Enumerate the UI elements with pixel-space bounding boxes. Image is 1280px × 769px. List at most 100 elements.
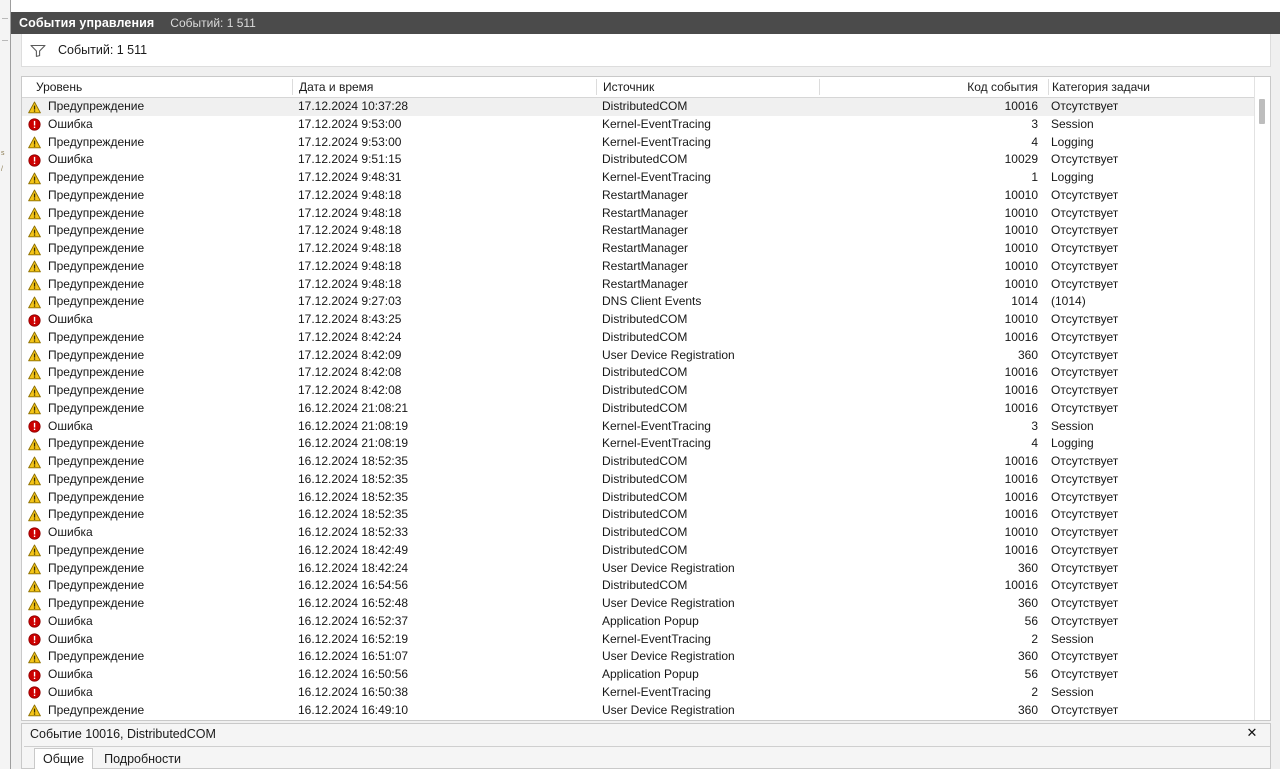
table-row[interactable]: Предупреждение 16.12.2024 18:52:35 Distrib… (22, 506, 1270, 524)
cell-level: Предупреждение (28, 471, 288, 489)
events-vertical-scrollbar[interactable] (1254, 77, 1270, 720)
cell-datetime: 16.12.2024 16:51:07 (298, 649, 409, 664)
table-row[interactable]: Ошибка 17.12.2024 8:43:25 DistributedCOM 10… (22, 311, 1270, 329)
cell-task-category: Отсутствует (1051, 99, 1119, 113)
cell-source: DistributedCOM (602, 312, 688, 326)
table-row[interactable]: Ошибка 16.12.2024 21:08:19 Kernel-EventTra… (22, 418, 1270, 436)
cell-datetime: 17.12.2024 10:37:28 (298, 99, 409, 113)
cell-level: Предупреждение (28, 222, 288, 240)
cell-datetime: 17.12.2024 8:42:09 (298, 347, 402, 362)
cell-datetime: 16.12.2024 21:08:21 (298, 400, 409, 415)
cell-task-category: Отсутствует (1051, 507, 1119, 522)
cell-level: Предупреждение (28, 205, 288, 223)
table-row[interactable]: Ошибка 16.12.2024 16:52:37 Application Pop… (22, 613, 1270, 631)
event-details-pane: Событие 10016, DistributedCOM ✕ Общие Под… (21, 723, 1271, 769)
cell-level: Ошибка (28, 613, 288, 631)
table-row[interactable]: Предупреждение 17.12.2024 9:48:18 RestartM… (22, 205, 1270, 223)
cell-event-code: 2 (1031, 631, 1038, 646)
cell-event-code: 10016 (1004, 471, 1038, 486)
table-row[interactable]: Предупреждение 16.12.2024 16:49:10 User De… (22, 702, 1270, 719)
table-row[interactable]: Предупреждение 16.12.2024 21:08:19 Kernel-… (22, 435, 1270, 453)
close-icon[interactable]: ✕ (1244, 726, 1260, 742)
table-row[interactable]: Предупреждение 16.12.2024 18:52:35 Distrib… (22, 489, 1270, 507)
table-row[interactable]: Ошибка 16.12.2024 18:52:33 DistributedCOM 1… (22, 524, 1270, 542)
table-row[interactable]: Предупреждение 17.12.2024 9:48:18 RestartM… (22, 240, 1270, 258)
cell-task-category: Отсутствует (1051, 152, 1119, 167)
cell-source: RestartManager (602, 241, 689, 255)
cell-level: Предупреждение (28, 506, 288, 524)
event-viewer-window: s / События управления Событий: 1 511 Со… (0, 0, 1280, 769)
table-row[interactable]: Ошибка 16.12.2024 16:52:19 Kernel-EventTra… (22, 631, 1270, 649)
column-header-level[interactable]: Уровень (36, 77, 291, 97)
cell-task-category: Отсутствует (1051, 702, 1119, 717)
cell-event-code: 10010 (1004, 525, 1038, 539)
table-row[interactable]: Ошибка 16.12.2024 16:50:38 Kernel-EventTra… (22, 684, 1270, 702)
cell-task-category: Отсутствует (1051, 596, 1119, 610)
cell-event-code: 1014 (1011, 294, 1038, 309)
cell-datetime: 17.12.2024 9:48:18 (298, 223, 402, 238)
event-details-title: Событие 10016, DistributedCOM (30, 727, 216, 741)
cell-task-category: Logging (1051, 134, 1094, 149)
cell-level: Предупреждение (28, 258, 288, 276)
cell-source: DistributedCOM (602, 365, 688, 380)
table-row[interactable]: Предупреждение 17.12.2024 8:42:24 Distribu… (22, 329, 1270, 347)
cell-level-label: Ошибка (48, 684, 93, 699)
cell-datetime: 17.12.2024 9:53:00 (298, 134, 402, 149)
filter-bar[interactable]: Событий: 1 511 (21, 34, 1271, 67)
scrollbar-thumb[interactable] (1259, 99, 1265, 124)
cell-level: Предупреждение (28, 98, 288, 116)
tab-general[interactable]: Общие (34, 748, 94, 769)
cell-level-label: Предупреждение (48, 454, 145, 468)
cell-level-label: Предупреждение (48, 294, 145, 309)
cell-task-category: Отсутствует (1051, 454, 1119, 468)
table-row[interactable]: Предупреждение 17.12.2024 9:48:18 RestartM… (22, 258, 1270, 276)
table-row[interactable]: Предупреждение 16.12.2024 18:52:35 Distrib… (22, 453, 1270, 471)
cell-source: DistributedCOM (602, 329, 688, 344)
column-header-datetime[interactable]: Дата и время (299, 77, 594, 97)
table-row[interactable]: Предупреждение 17.12.2024 9:53:00 Kernel-E… (22, 134, 1270, 152)
cell-task-category: Отсутствует (1051, 489, 1119, 504)
cell-level-label: Предупреждение (48, 507, 145, 522)
table-row[interactable]: Предупреждение 16.12.2024 16:51:07 User De… (22, 648, 1270, 666)
cell-level: Ошибка (28, 666, 288, 684)
table-row[interactable]: Ошибка 16.12.2024 16:50:56 Application Pop… (22, 666, 1270, 684)
table-row[interactable]: Предупреждение 17.12.2024 8:42:09 User Dev… (22, 347, 1270, 365)
cell-task-category: Отсутствует (1051, 383, 1119, 397)
table-row[interactable]: Предупреждение 16.12.2024 16:54:56 Distrib… (22, 577, 1270, 595)
cell-datetime: 17.12.2024 9:48:31 (298, 170, 402, 184)
table-row[interactable]: Предупреждение 17.12.2024 10:37:28 Distrib… (22, 98, 1270, 116)
table-row[interactable]: Предупреждение 17.12.2024 9:27:03 DNS Clie… (22, 293, 1270, 311)
cell-task-category: Logging (1051, 436, 1094, 451)
cell-level: Предупреждение (28, 489, 288, 507)
cell-source: Kernel-EventTracing (602, 631, 711, 646)
cell-event-code: 10016 (1004, 383, 1038, 397)
cell-source: RestartManager (602, 205, 689, 220)
table-row[interactable]: Предупреждение 16.12.2024 18:42:49 Distrib… (22, 542, 1270, 560)
cell-task-category: Отсутствует (1051, 525, 1119, 539)
filter-event-count: Событий: 1 511 (58, 43, 148, 57)
events-listview[interactable]: Уровень Дата и время Источник Код событи… (21, 76, 1271, 721)
table-row[interactable]: Предупреждение 17.12.2024 9:48:18 RestartM… (22, 276, 1270, 294)
pane-title: События управления (19, 16, 155, 30)
table-row[interactable]: Ошибка 17.12.2024 9:53:00 Kernel-EventTrac… (22, 116, 1270, 134)
column-header-source[interactable]: Источник (603, 77, 818, 97)
table-row[interactable]: Предупреждение 17.12.2024 8:42:08 Distribu… (22, 364, 1270, 382)
cell-source: RestartManager (602, 276, 689, 291)
cell-event-code: 10010 (1004, 258, 1038, 273)
table-row[interactable]: Предупреждение 17.12.2024 9:48:18 RestartM… (22, 187, 1270, 205)
table-row[interactable]: Предупреждение 16.12.2024 18:52:35 Distrib… (22, 471, 1270, 489)
cell-datetime: 17.12.2024 9:48:18 (298, 276, 402, 291)
table-row[interactable]: Предупреждение 17.12.2024 9:48:31 Kernel-E… (22, 169, 1270, 187)
cell-task-category: Session (1051, 418, 1094, 433)
table-row[interactable]: Предупреждение 16.12.2024 21:08:21 Distrib… (22, 400, 1270, 418)
table-row[interactable]: Предупреждение 17.12.2024 8:42:08 Distribu… (22, 382, 1270, 400)
table-row[interactable]: Предупреждение 17.12.2024 9:48:18 RestartM… (22, 222, 1270, 240)
tab-details[interactable]: Подробности (95, 748, 190, 769)
column-header-task-category[interactable]: Категория задачи (1052, 77, 1252, 97)
cell-level-label: Предупреждение (48, 258, 145, 273)
table-row[interactable]: Предупреждение 16.12.2024 18:42:24 User De… (22, 560, 1270, 578)
column-header-event-code[interactable]: Код события (822, 77, 1044, 97)
cell-event-code: 2 (1031, 684, 1038, 699)
table-row[interactable]: Предупреждение 16.12.2024 16:52:48 User De… (22, 595, 1270, 613)
table-row[interactable]: Ошибка 17.12.2024 9:51:15 DistributedCOM 10… (22, 151, 1270, 169)
